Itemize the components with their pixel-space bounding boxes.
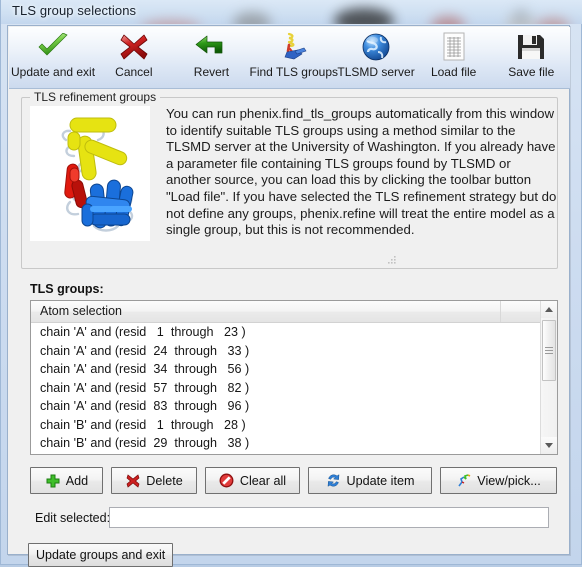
view-pick-button[interactable]: View/pick... xyxy=(440,467,557,494)
toolbar-label: Find TLS groups xyxy=(249,65,339,79)
clear-all-button[interactable]: Clear all xyxy=(205,467,300,494)
blue-globe-icon xyxy=(355,32,397,62)
column-header-filler xyxy=(501,301,542,322)
red-x-icon xyxy=(125,473,141,489)
title-bar[interactable]: TLS group selections xyxy=(1,0,582,24)
toolbar-label: Cancel xyxy=(115,65,153,79)
plus-icon xyxy=(45,473,61,489)
view-pick-button-label: View/pick... xyxy=(477,473,541,488)
add-button-label: Add xyxy=(65,473,89,488)
resize-grip-icon xyxy=(388,256,396,264)
delete-button[interactable]: Delete xyxy=(111,467,197,494)
update-groups-and-exit-button[interactable]: Update groups and exit xyxy=(28,543,174,567)
scrollbar-grip-icon xyxy=(545,346,553,355)
document-grid-icon xyxy=(433,32,475,62)
list-item[interactable]: chain 'A' and (resid 1 through 23 ) xyxy=(31,323,557,342)
list-header[interactable]: Atom selection xyxy=(31,301,557,323)
protein-ribbon-image xyxy=(30,106,150,241)
toolbar: Update and exit Cancel Revert Find TLS g… xyxy=(9,27,570,89)
groupbox-legend: TLS refinement groups xyxy=(30,90,161,104)
molecule-zigzag-icon xyxy=(456,473,472,489)
no-entry-icon xyxy=(219,473,235,489)
toolbar-button-save-file[interactable]: Save file xyxy=(492,27,570,87)
toolbar-button-find-tls-groups[interactable]: Find TLS groups xyxy=(249,27,339,87)
list-item[interactable]: chain 'A' and (resid 83 through 96 ) xyxy=(31,397,557,416)
floppy-disk-icon xyxy=(510,32,552,62)
green-left-arrow-icon xyxy=(190,32,232,62)
refresh-icon xyxy=(326,473,342,489)
delete-button-label: Delete xyxy=(146,473,183,488)
toolbar-label: Load file xyxy=(430,65,477,79)
add-button[interactable]: Add xyxy=(30,467,103,494)
description-text: You can run phenix.find_tls_groups autom… xyxy=(166,106,557,238)
chevron-down-icon xyxy=(545,443,553,448)
desktop-blur-smudge xyxy=(334,8,394,24)
toolbar-label: Update and exit xyxy=(11,65,96,79)
application-window: TLS group selections Update and exit Can… xyxy=(0,0,582,567)
scroll-up-button[interactable] xyxy=(541,301,557,318)
tls-groups-label: TLS groups: xyxy=(30,282,104,296)
toolbar-button-tlsmd-server[interactable]: TLSMD server xyxy=(337,27,415,87)
update-item-button-label: Update item xyxy=(346,473,415,488)
toolbar-button-update-and-exit[interactable]: Update and exit xyxy=(11,27,95,87)
list-item[interactable]: chain 'A' and (resid 34 through 56 ) xyxy=(31,360,557,379)
tls-groups-list[interactable]: Atom selection chain 'A' and (resid 1 th… xyxy=(30,300,558,455)
scroll-down-button[interactable] xyxy=(541,437,557,454)
list-action-buttons: Add Delete Clear all Update item View/pi… xyxy=(30,467,557,494)
toolbar-label: Revert xyxy=(193,65,230,79)
toolbar-button-revert[interactable]: Revert xyxy=(173,27,251,87)
desktop-blur-smudge xyxy=(233,12,271,24)
list-item[interactable]: chain 'A' and (resid 57 through 82 ) xyxy=(31,379,557,398)
column-header-atom-selection[interactable]: Atom selection xyxy=(31,301,501,322)
desktop-blur-smudge xyxy=(141,20,201,24)
desktop-blur-smudge xyxy=(431,16,465,24)
toolbar-label: Save file xyxy=(508,65,555,79)
scrollbar-thumb[interactable] xyxy=(542,320,556,381)
red-x-icon xyxy=(113,32,155,62)
update-groups-and-exit-label: Update groups and exit xyxy=(36,548,166,562)
toolbar-label: TLSMD server xyxy=(337,65,415,79)
toolbar-button-load-file[interactable]: Load file xyxy=(415,27,493,87)
toolbar-button-cancel[interactable]: Cancel xyxy=(95,27,173,87)
chevron-up-icon xyxy=(545,307,553,312)
list-vertical-scrollbar[interactable] xyxy=(540,301,557,454)
list-body: chain 'A' and (resid 1 through 23 ) chai… xyxy=(31,323,557,454)
window-title: TLS group selections xyxy=(12,3,137,18)
desktop-blur-smudge xyxy=(513,8,529,24)
desktop-blur-smudge xyxy=(536,18,570,24)
edit-selected-label: Edit selected: xyxy=(35,511,111,525)
green-check-icon xyxy=(32,32,74,62)
clear-all-button-label: Clear all xyxy=(239,473,287,488)
list-item[interactable]: chain 'A' and (resid 24 through 33 ) xyxy=(31,342,557,361)
list-item[interactable]: chain 'B' and (resid 1 through 28 ) xyxy=(31,416,557,435)
molecule-icon xyxy=(273,32,315,62)
list-item[interactable]: chain 'B' and (resid 29 through 38 ) xyxy=(31,434,557,453)
edit-selected-input[interactable] xyxy=(109,507,549,528)
update-item-button[interactable]: Update item xyxy=(308,467,432,494)
client-area: Update and exit Cancel Revert Find TLS g… xyxy=(7,25,570,567)
